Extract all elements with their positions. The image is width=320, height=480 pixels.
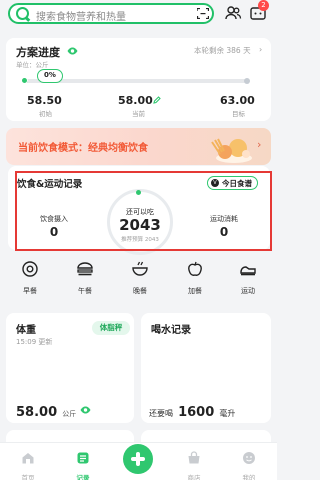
current-weight-label: 当前 (132, 110, 145, 118)
meal-lunch[interactable]: 午餐 (65, 260, 105, 296)
body-fat-scale-button[interactable]: 体脂秤 (92, 321, 130, 335)
home-icon (22, 453, 34, 464)
plan-progress-card[interactable]: 方案进度 单位：公斤 本轮剩余 386 天 › 0% 58.50 初始 58.0… (6, 38, 271, 121)
tab-label: 记录 (76, 474, 90, 480)
weight-title: 体重 (16, 325, 36, 336)
start-weight-label: 初始 (39, 110, 52, 118)
meal-label: 运动 (241, 287, 255, 295)
scan-icon[interactable] (197, 8, 209, 19)
shop-icon (188, 451, 200, 464)
food-illustration (211, 138, 252, 163)
lunch-icon (77, 262, 93, 276)
edit-icon[interactable] (153, 96, 161, 104)
weight-value: 58.00 (16, 405, 58, 420)
meal-label: 晚餐 (133, 287, 147, 295)
eye-icon[interactable] (80, 406, 91, 414)
add-button[interactable] (123, 444, 153, 474)
highlight-frame (15, 171, 272, 251)
plan-unit: 单位：公斤 (16, 61, 49, 69)
eye-icon[interactable] (67, 47, 78, 55)
friends-icon[interactable] (224, 4, 242, 22)
water-value-row: 还要喝 1600 毫升 (149, 401, 235, 420)
meal-sport[interactable]: 运动 (228, 260, 268, 296)
tab-record[interactable]: 记录 (63, 450, 103, 480)
profile-icon (243, 452, 255, 464)
sport-icon (240, 266, 256, 276)
snack-icon (188, 261, 202, 276)
weight-value-row: 58.00 公斤 (16, 401, 76, 420)
dinner-icon (132, 261, 148, 276)
tab-label: 商店 (187, 474, 201, 480)
breakfast-icon (22, 261, 38, 277)
water-prefix: 还要喝 (149, 409, 173, 418)
diet-mode-text: 当前饮食模式：经典均衡饮食 (18, 143, 148, 154)
meal-snack[interactable]: 加餐 (175, 260, 215, 296)
progress-percent: 0% (37, 69, 63, 83)
target-weight-label: 目标 (232, 110, 245, 118)
chevron-right-icon: › (257, 138, 262, 151)
progress-start-dot (21, 77, 28, 84)
tab-shop[interactable]: 商店 (174, 450, 214, 480)
plan-title: 方案进度 (16, 46, 60, 59)
plan-remaining: 本轮剩余 386 天 (194, 46, 251, 55)
meal-breakfast[interactable]: 早餐 (10, 260, 50, 296)
record-icon (77, 452, 89, 464)
water-title: 喝水记录 (151, 325, 191, 336)
search-placeholder: 搜索食物营养和热量 (36, 12, 126, 23)
target-weight-value: 63.00 (220, 94, 255, 107)
water-card[interactable]: 喝水记录 还要喝 1600 毫升 (141, 313, 271, 423)
meal-label: 加餐 (188, 287, 202, 295)
progress-end-dot (244, 78, 250, 84)
water-unit: 毫升 (219, 409, 236, 418)
weight-updated: 15:09 更新 (16, 338, 53, 346)
weight-card[interactable]: 体重 体脂秤 15:09 更新 58.00 公斤 (6, 313, 134, 423)
start-weight-value: 58.50 (27, 94, 62, 107)
weight-unit: 公斤 (62, 410, 77, 418)
tab-label: 首页 (21, 474, 35, 480)
tab-profile[interactable]: 我的 (229, 450, 269, 480)
current-weight-value[interactable]: 58.00 (118, 94, 153, 107)
tab-label: 我的 (242, 474, 256, 480)
search-icon (16, 7, 29, 20)
diet-mode-banner[interactable]: 当前饮食模式：经典均衡饮食 › (6, 128, 271, 165)
tab-home[interactable]: 首页 (8, 450, 48, 480)
search-bar[interactable]: 搜索食物营养和热量 (8, 3, 214, 24)
water-value: 1600 (178, 405, 215, 420)
meal-label: 早餐 (23, 287, 37, 295)
chevron-right-icon: › (259, 45, 263, 54)
meal-label: 午餐 (78, 287, 92, 295)
notification-badge: 2 (258, 0, 269, 11)
meal-dinner[interactable]: 晚餐 (120, 260, 160, 296)
